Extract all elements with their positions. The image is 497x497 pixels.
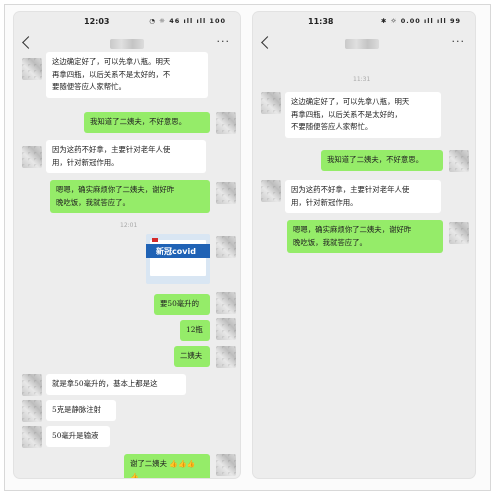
message-bubble-sent[interactable]: 我知道了二姨夫，不好意思。	[84, 112, 210, 133]
own-avatar[interactable]	[216, 292, 236, 314]
message-bubble-received[interactable]: 因为这药不好拿，主要针对老年人使 用，针对新冠作用。	[46, 140, 206, 173]
more-options-icon[interactable]: ···	[217, 35, 231, 48]
message-line: 用，针对新冠作用。	[291, 197, 358, 207]
message-line: 用，针对新冠作用。	[52, 157, 119, 167]
message-line: 这边确定好了，可以先拿八瓶，明天	[291, 97, 410, 106]
contact-name-blurred	[110, 39, 144, 49]
own-avatar[interactable]	[216, 454, 236, 476]
message-line: 要50毫升的	[160, 299, 199, 308]
message-bubble-sent[interactable]: 要50毫升的	[154, 294, 210, 315]
status-icons: ◔ ☼ 46 ıll ıll 100	[149, 17, 226, 25]
message-line: 要随便答应人家帮忙。	[52, 82, 126, 91]
status-bar: 12:03 ◔ ☼ 46 ıll ıll 100	[14, 12, 240, 32]
message-line: 晚吃饭，我就答应了。	[56, 197, 130, 207]
contact-avatar[interactable]	[261, 92, 281, 114]
message-line: 再拿四瓶，以后关系不是太好的，	[291, 109, 402, 119]
own-avatar[interactable]	[449, 150, 469, 172]
message-line: 嗯嗯，确实麻烦你了二姨夫，谢好昨	[56, 185, 175, 194]
message-line: 嗯嗯，确实麻烦你了二姨夫，谢好昨	[293, 225, 412, 234]
message-bubble-received[interactable]: 就是拿50毫升的，基本上都是这	[46, 374, 186, 395]
own-avatar[interactable]	[449, 222, 469, 244]
message-bubble-sent[interactable]: 嗯嗯，确实麻烦你了二姨夫，谢好昨 晚吃饭，我就答应了。	[50, 180, 210, 213]
message-line: 5克是静脉注射	[52, 405, 102, 414]
message-bubble-sent[interactable]: 12瓶	[180, 320, 210, 341]
message-bubble-received[interactable]: 因为这药不好拿，主要针对老年人使 用，针对新冠作用。	[285, 180, 441, 213]
own-avatar[interactable]	[216, 182, 236, 204]
message-bubble-sent[interactable]: 谢了二姨夫 👍👍👍👍	[124, 454, 210, 478]
contact-avatar[interactable]	[22, 400, 42, 422]
message-bubble-received[interactable]: 这边确定好了，可以先拿八瓶。明天 再拿四瓶，以后关系不是太好的，不 要随便答应人…	[46, 52, 208, 98]
own-avatar[interactable]	[216, 318, 236, 340]
contact-avatar[interactable]	[22, 426, 42, 448]
status-icons: ✱ ☼ 0.00 ıll ıll 99	[380, 17, 461, 25]
message-bubble-received[interactable]: 50毫升是输液	[46, 426, 110, 447]
contact-avatar[interactable]	[261, 180, 281, 202]
message-line: 二姨夫	[180, 351, 203, 360]
message-line: 谢了二姨夫	[130, 459, 167, 468]
message-timestamp: 12:01	[120, 222, 138, 229]
message-line: 我知道了二姨夫，不好意思。	[90, 117, 187, 126]
contact-avatar[interactable]	[22, 58, 42, 80]
chat-header: ···	[253, 32, 475, 60]
own-avatar[interactable]	[216, 346, 236, 368]
own-avatar[interactable]	[216, 236, 236, 258]
contact-name-blurred	[345, 39, 379, 49]
message-line: 我知道了二姨夫，不好意思。	[327, 155, 424, 164]
contact-avatar[interactable]	[22, 146, 42, 168]
medicine-brand: 新冠covid	[156, 247, 196, 256]
back-arrow-icon[interactable]	[261, 36, 274, 49]
more-options-icon[interactable]: ···	[452, 35, 466, 48]
status-bar: 11:38 ✱ ☼ 0.00 ıll ıll 99	[253, 12, 475, 32]
medicine-logo-mark	[152, 238, 158, 242]
back-arrow-icon[interactable]	[22, 36, 35, 49]
message-line: 再拿四瓶，以后关系不是太好的，不	[52, 69, 171, 79]
message-line: 50毫升是输液	[52, 431, 99, 440]
message-line: 这边确定好了，可以先拿八瓶。明天	[52, 57, 171, 66]
status-time: 11:38	[308, 17, 334, 26]
right-phone-screenshot: 11:38 ✱ ☼ 0.00 ıll ıll 99 ··· 11:31 这边确定…	[253, 12, 475, 478]
message-bubble-sent[interactable]: 二姨夫	[174, 346, 210, 367]
status-time: 12:03	[84, 17, 110, 26]
left-phone-screenshot: 12:03 ◔ ☼ 46 ıll ıll 100 ··· 这边确定好了，可以先拿…	[14, 12, 240, 478]
message-bubble-received[interactable]: 这边确定好了，可以先拿八瓶，明天 再拿四瓶，以后关系不是太好的， 不要随便答应人…	[285, 92, 441, 138]
message-bubble-received[interactable]: 5克是静脉注射	[46, 400, 116, 421]
message-bubble-sent[interactable]: 嗯嗯，确实麻烦你了二姨夫，谢好昨 晚吃饭，我就答应了。	[287, 220, 443, 253]
message-line: 晚吃饭，我就答应了。	[293, 237, 367, 247]
message-line: 因为这药不好拿，主要针对老年人使	[291, 185, 410, 194]
message-line: 不要随便答应人家帮忙。	[291, 122, 373, 131]
message-bubble-sent[interactable]: 我知道了二姨夫，不好意思。	[321, 150, 443, 171]
message-line: 12瓶	[186, 325, 203, 334]
own-avatar[interactable]	[216, 112, 236, 134]
contact-avatar[interactable]	[22, 374, 42, 396]
medicine-photo-message[interactable]: 新冠covid	[146, 234, 210, 284]
message-timestamp: 11:31	[353, 76, 371, 83]
message-line: 因为这药不好拿，主要针对老年人使	[52, 145, 171, 154]
message-line: 就是拿50毫升的，基本上都是这	[52, 379, 158, 388]
